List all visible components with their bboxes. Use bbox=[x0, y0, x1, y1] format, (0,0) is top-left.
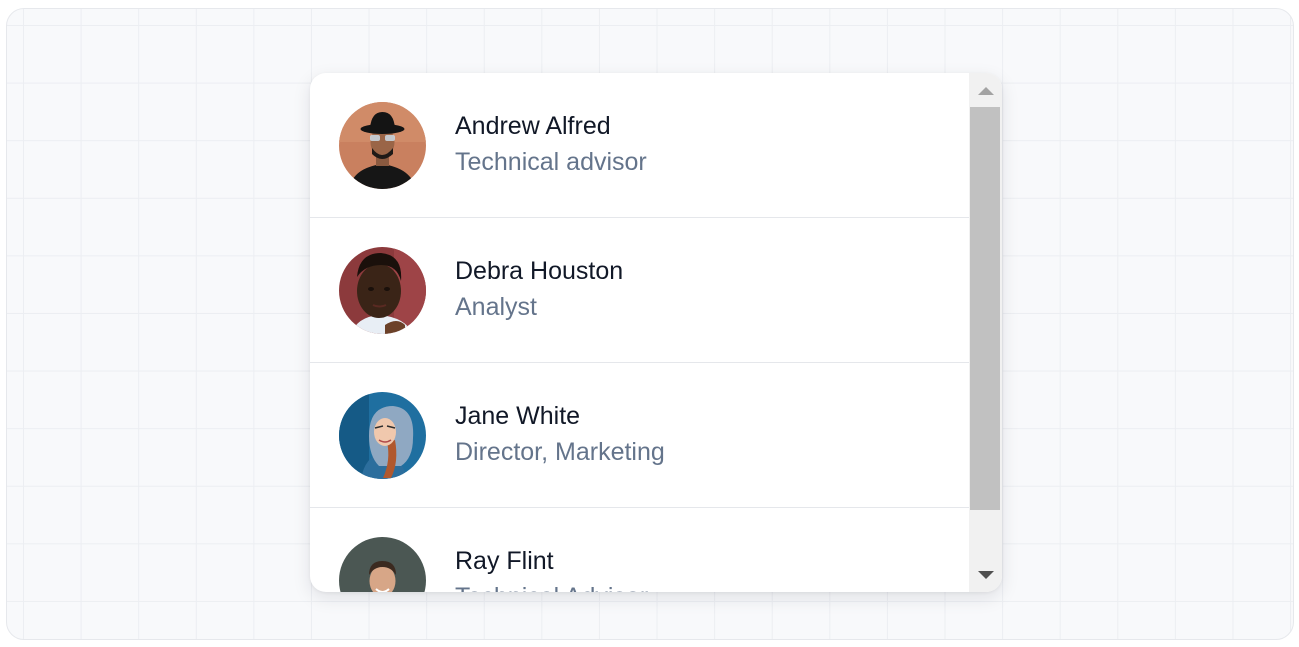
scroll-up-button[interactable] bbox=[969, 73, 1002, 107]
list-item[interactable]: Ray Flint Technical Advisor bbox=[310, 508, 969, 592]
triangle-up-icon bbox=[978, 87, 994, 95]
scrollbar-thumb[interactable] bbox=[970, 107, 1000, 510]
avatar bbox=[339, 392, 426, 479]
person-role: Analyst bbox=[455, 293, 537, 321]
person-name: Andrew Alfred bbox=[455, 112, 611, 140]
person-role: Technical Advisor bbox=[455, 583, 648, 592]
person-role: Director, Marketing bbox=[455, 438, 665, 466]
vertical-scrollbar[interactable] bbox=[969, 73, 1002, 592]
avatar bbox=[339, 102, 426, 189]
canvas-background: Andrew Alfred Technical advisor Debra Ho… bbox=[6, 8, 1294, 640]
people-list[interactable]: Andrew Alfred Technical advisor Debra Ho… bbox=[310, 73, 969, 592]
person-role: Technical advisor bbox=[455, 148, 647, 176]
person-name: Ray Flint bbox=[455, 547, 554, 575]
triangle-down-icon bbox=[978, 571, 994, 579]
list-item[interactable]: Jane White Director, Marketing bbox=[310, 363, 969, 508]
list-item[interactable]: Andrew Alfred Technical advisor bbox=[310, 73, 969, 218]
scroll-down-button[interactable] bbox=[969, 558, 1002, 592]
list-item[interactable]: Debra Houston Analyst bbox=[310, 218, 969, 363]
avatar bbox=[339, 247, 426, 334]
avatar bbox=[339, 537, 426, 592]
person-name: Jane White bbox=[455, 402, 581, 430]
people-list-panel: Andrew Alfred Technical advisor Debra Ho… bbox=[310, 73, 1002, 592]
person-name: Debra Houston bbox=[455, 257, 624, 285]
